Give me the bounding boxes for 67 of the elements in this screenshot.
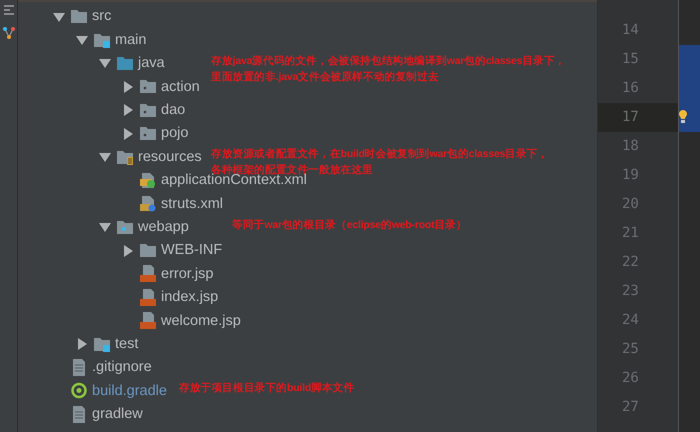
folder-icon	[93, 336, 111, 353]
expand-arrow-icon[interactable]	[121, 126, 135, 141]
folder-icon	[93, 32, 111, 49]
line-number: 27	[621, 398, 640, 417]
line-number: 25	[621, 340, 640, 359]
tree-item[interactable]: webapp	[138, 220, 189, 234]
tree-item[interactable]: test	[115, 336, 138, 352]
annotation-text: 存放java源代码的文件，会被保持包结构地编译到war包的classes目录下，	[211, 54, 566, 68]
lightbulb-icon[interactable]	[679, 110, 687, 124]
line-number: 15	[621, 50, 640, 69]
folder-icon	[116, 54, 134, 72]
line-number: 18	[621, 137, 640, 156]
tree-item[interactable]: WEB-INF	[161, 243, 222, 258]
collapse-arrow-icon[interactable]	[98, 56, 112, 70]
tree-item[interactable]: pojo	[161, 126, 188, 141]
tree-item[interactable]: .gitignore	[92, 360, 152, 375]
folder-icon	[70, 8, 88, 26]
tree-item[interactable]: dao	[161, 103, 186, 118]
folder-icon	[116, 148, 134, 166]
tree-item[interactable]: build.gradle	[92, 384, 167, 398]
expand-arrow-icon[interactable]	[121, 80, 135, 94]
folder-icon	[139, 242, 157, 260]
hierarchy-icon[interactable]	[2, 26, 16, 40]
text-file-icon	[70, 406, 88, 423]
line-number: 17	[598, 103, 678, 132]
annotation-text: 存放资源或者配置文件，在build时会被复制到war包的classes目录下，	[211, 147, 548, 162]
tree-item[interactable]: main	[115, 32, 146, 48]
tree-item[interactable]: error.jsp	[161, 266, 214, 282]
tree-item[interactable]: src	[92, 9, 112, 24]
tree-item[interactable]: index.jsp	[161, 290, 218, 305]
line-number: 24	[621, 311, 640, 330]
tree-item[interactable]: struts.xml	[161, 196, 224, 212]
tree-item[interactable]: java	[138, 56, 165, 71]
package-icon	[139, 78, 157, 96]
text-file-icon	[70, 359, 88, 376]
tree-item[interactable]: action	[161, 80, 200, 94]
line-number: 21	[621, 224, 640, 243]
xml-file-icon	[139, 172, 157, 189]
annotation-text: 等同于war包的根目录（eclipse的web-root目录）	[232, 218, 467, 232]
line-number: 14	[621, 21, 640, 40]
line-number: 20	[621, 195, 640, 214]
annotation-text: 存放于项目根目录下的build脚本文件	[179, 381, 354, 396]
jsp-file-icon	[139, 265, 157, 282]
line-number: 22	[621, 253, 640, 272]
jsp-file-icon	[139, 312, 157, 330]
xml-file-icon	[139, 195, 157, 212]
package-icon	[139, 102, 157, 119]
annotation-text: 里面放置的非.java文件会被原样不动的复制过去	[211, 70, 440, 84]
line-number: 16	[621, 79, 640, 98]
collapse-arrow-icon[interactable]	[75, 33, 89, 48]
expand-arrow-icon[interactable]	[121, 244, 135, 258]
tree-item[interactable]: applicationContext.xml	[161, 173, 307, 188]
package-icon	[139, 125, 157, 142]
folder-icon	[116, 218, 134, 236]
expand-arrow-icon[interactable]	[121, 103, 135, 118]
tree-item[interactable]: gradlew	[92, 407, 143, 422]
gradle-icon	[70, 382, 88, 400]
tree-item[interactable]: resources	[138, 150, 202, 164]
collapse-arrow-icon[interactable]	[98, 220, 112, 234]
line-number: 23	[621, 282, 640, 301]
line-number: 19	[621, 166, 640, 185]
line-number: 26	[621, 369, 640, 388]
structure-icon[interactable]	[2, 4, 14, 16]
expand-arrow-icon[interactable]	[75, 337, 89, 352]
collapse-arrow-icon[interactable]	[98, 150, 112, 164]
jsp-file-icon	[139, 288, 157, 306]
tree-item[interactable]: welcome.jsp	[161, 314, 241, 328]
